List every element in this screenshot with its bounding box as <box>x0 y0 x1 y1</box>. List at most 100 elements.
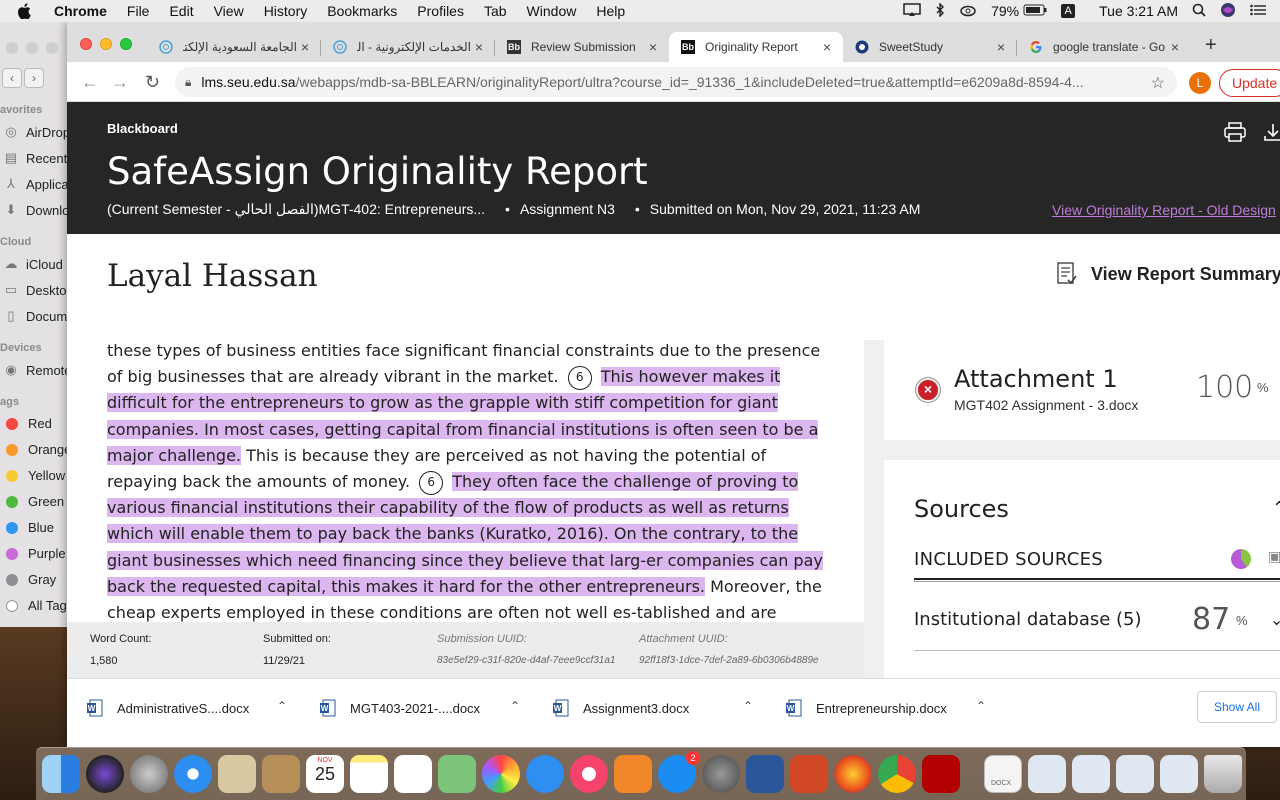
tab-sweetstudy[interactable]: SweetStudy × <box>843 32 1017 62</box>
finder-tag-yellow[interactable]: Yellow <box>2 468 65 483</box>
menu-clock[interactable]: Tue 3:21 AM <box>1099 3 1178 19</box>
calendar-icon[interactable]: NOV 25 <box>306 755 344 793</box>
safari-icon[interactable] <box>174 755 212 793</box>
chevron-up-icon[interactable]: ⌃ <box>743 699 753 713</box>
document-viewer[interactable]: these types of business entities face si… <box>67 340 864 622</box>
menu-help[interactable]: Help <box>596 3 625 19</box>
profile-avatar[interactable]: L <box>1189 72 1211 94</box>
download-icon[interactable] <box>1263 122 1280 142</box>
source-match-badge[interactable]: 6 <box>419 470 444 495</box>
music-icon[interactable] <box>570 755 608 793</box>
source-match-badge[interactable]: 6 <box>567 365 592 390</box>
menu-profiles[interactable]: Profiles <box>417 3 464 19</box>
apple-icon[interactable] <box>18 3 38 19</box>
chevron-up-icon[interactable]: ⌃ <box>277 699 287 713</box>
tab-seu-services[interactable]: الخدمات الإلكترونية - الجا × <box>321 32 495 62</box>
menu-app-chrome[interactable]: Chrome <box>54 3 107 19</box>
finder-item-downloads[interactable]: ⬇Downloads <box>2 202 68 218</box>
chevron-down-icon[interactable]: ⌄ <box>1270 610 1280 630</box>
finder-item-icloud-drive[interactable]: ☁ iCloud <box>2 256 63 272</box>
messages-icon[interactable] <box>526 755 564 793</box>
screenshot-thumbnail-icon[interactable] <box>1160 755 1198 793</box>
trash-icon[interactable] <box>1204 755 1242 793</box>
finder-tag-all[interactable]: All Tags... <box>2 598 68 613</box>
close-window-button[interactable] <box>80 38 92 50</box>
reminders-icon[interactable] <box>394 755 432 793</box>
lock-icon[interactable]: 🔒︎ <box>185 75 191 90</box>
close-icon[interactable]: × <box>297 39 313 55</box>
menu-tab[interactable]: Tab <box>484 3 507 19</box>
menu-history[interactable]: History <box>264 3 308 19</box>
app-store-icon[interactable]: 2 <box>658 751 700 793</box>
finder-tag-orange[interactable]: Orange <box>2 442 68 457</box>
tab-seu-home[interactable]: الجامعة السعودية الإلكترونية × <box>147 32 321 62</box>
download-item[interactable]: W AdministrativeS....docx ⌃ <box>87 679 287 737</box>
menu-view[interactable]: View <box>214 3 244 19</box>
screenshot-thumbnail-icon[interactable] <box>1116 755 1154 793</box>
finder-item-applications[interactable]: ⅄Applications <box>2 176 68 192</box>
download-item[interactable]: W Assignment3.docx ⌃ <box>553 679 753 737</box>
finder-item-desktop[interactable]: ▭Desktop <box>2 282 68 298</box>
close-icon[interactable]: × <box>1167 39 1183 55</box>
back-arrow-icon[interactable]: ← <box>81 72 99 93</box>
show-all-downloads-button[interactable]: Show All <box>1197 691 1277 723</box>
gallery-icon[interactable]: ▣ <box>1268 548 1280 565</box>
powerpoint-icon[interactable] <box>790 755 828 793</box>
download-item[interactable]: W Entrepreneurship.docx ⌃ <box>786 679 986 737</box>
minimize-window-button[interactable] <box>100 38 112 50</box>
institutional-database-label[interactable]: Institutional database (5) <box>914 609 1142 630</box>
zoom-window-button[interactable] <box>120 38 132 50</box>
chrome-icon[interactable] <box>878 755 916 793</box>
finder-item-remote-disc[interactable]: ◉ Remote <box>2 362 68 378</box>
siri-icon[interactable] <box>1220 2 1236 21</box>
word-icon[interactable] <box>746 755 784 793</box>
chevron-up-icon[interactable]: ⌃ <box>1272 498 1280 519</box>
maps-icon[interactable] <box>438 755 476 793</box>
attachment-card[interactable]: × Attachment 1 MGT402 Assignment - 3.doc… <box>884 340 1280 440</box>
system-preferences-icon[interactable] <box>702 755 740 793</box>
tab-review-submission[interactable]: Bb Review Submission × <box>495 32 669 62</box>
finder-tag-gray[interactable]: Gray <box>2 572 56 587</box>
launchpad-icon[interactable] <box>130 755 168 793</box>
firefox-icon[interactable] <box>834 755 872 793</box>
new-tab-button[interactable]: + <box>1205 34 1217 57</box>
finder-tag-purple[interactable]: Purple <box>2 546 66 561</box>
finder-tag-red[interactable]: Red <box>2 416 52 431</box>
contacts-icon[interactable] <box>262 755 300 793</box>
address-bar[interactable]: 🔒︎ lms.seu.edu.sa/webapps/mdb-sa-BBLEARN… <box>175 67 1177 97</box>
tab-google-translate[interactable]: google translate - Go × <box>1017 32 1191 62</box>
finder-icon[interactable] <box>42 755 80 793</box>
finder-item-airdrop[interactable]: ◎ AirDrop <box>2 124 68 140</box>
bookmark-star-icon[interactable]: ☆ <box>1151 73 1165 93</box>
input-source-indicator[interactable]: A <box>1061 4 1076 18</box>
menu-edit[interactable]: Edit <box>169 3 193 19</box>
screenshot-thumbnail-icon[interactable] <box>1028 755 1066 793</box>
notes-icon[interactable] <box>350 755 388 793</box>
chevron-up-icon[interactable]: ⌃ <box>510 699 520 713</box>
airplay-icon[interactable] <box>903 2 921 20</box>
tab-originality-report[interactable]: Bb Originality Report × <box>669 32 843 62</box>
finder-tag-blue[interactable]: Blue <box>2 520 54 535</box>
back-arrow-icon[interactable]: ‹ <box>2 68 22 88</box>
finder-tag-green[interactable]: Green <box>2 494 64 509</box>
close-icon[interactable]: × <box>471 39 487 55</box>
forward-arrow-icon[interactable]: → <box>111 72 129 93</box>
preview-icon[interactable] <box>218 755 256 793</box>
photos-icon[interactable] <box>482 755 520 793</box>
finder-item-documents[interactable]: ▯Documents <box>2 308 68 324</box>
close-icon[interactable]: × <box>819 39 835 55</box>
chevron-up-icon[interactable]: ⌃ <box>976 699 986 713</box>
download-item[interactable]: W MGT403-2021-....docx ⌃ <box>320 679 520 737</box>
notification-center-icon[interactable] <box>1250 3 1266 19</box>
battery-icon[interactable] <box>1023 3 1047 19</box>
siri-icon[interactable] <box>86 755 124 793</box>
print-icon[interactable] <box>1224 122 1246 142</box>
view-report-summary-button[interactable]: View Report Summary <box>1057 262 1280 286</box>
spotlight-search-icon[interactable] <box>1192 3 1206 20</box>
menu-window[interactable]: Window <box>527 3 577 19</box>
menu-bookmarks[interactable]: Bookmarks <box>327 3 397 19</box>
screenshot-thumbnail-icon[interactable] <box>1072 755 1110 793</box>
books-icon[interactable] <box>614 755 652 793</box>
old-design-link[interactable]: View Originality Report - Old Design <box>1052 202 1276 218</box>
creative-cloud-icon[interactable] <box>959 3 977 20</box>
